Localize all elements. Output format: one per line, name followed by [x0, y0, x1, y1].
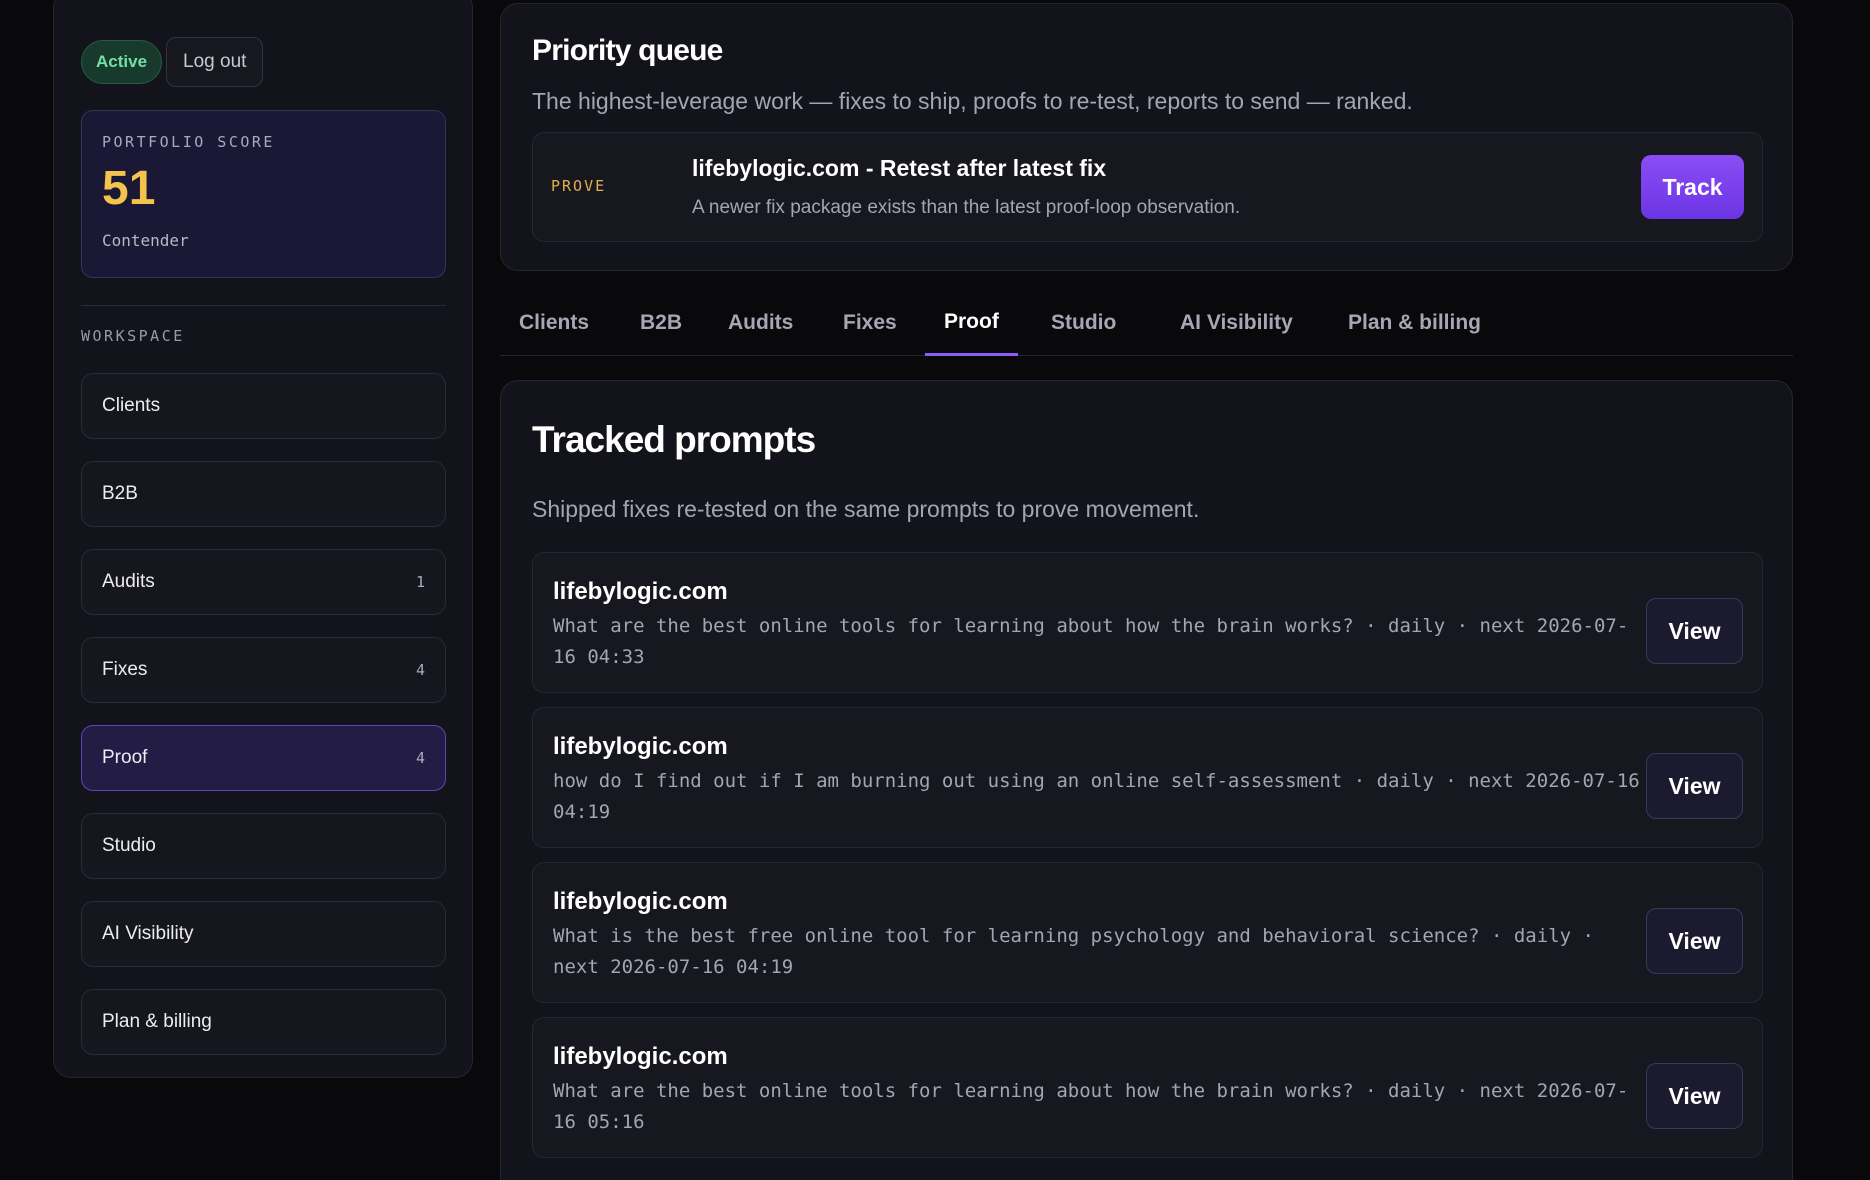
prompt-detail: how do I find out if I am burning out us… — [553, 770, 1640, 823]
view-button[interactable]: View — [1646, 908, 1743, 974]
tab-clients[interactable]: Clients — [500, 290, 608, 356]
sidebar-item-label: Plan & billing — [102, 1011, 212, 1032]
tracked-prompts-subtitle: Shipped fixes re-tested on the same prom… — [532, 496, 1200, 522]
tab-audits[interactable]: Audits — [709, 290, 812, 356]
sidebar-item-count: 4 — [415, 749, 425, 767]
sidebar: Active Log out PORTFOLIO SCORE 51 Conten… — [53, 0, 473, 1078]
tracked-prompt-card: lifebylogic.com What are the best online… — [532, 1017, 1763, 1158]
prompt-domain: lifebylogic.com — [553, 733, 728, 760]
sidebar-item-clients[interactable]: Clients — [81, 373, 446, 439]
sidebar-item-label: Studio — [102, 835, 156, 856]
sidebar-item-label: Audits — [102, 571, 155, 592]
score-label: PORTFOLIO SCORE — [102, 133, 275, 151]
status-badge: Active — [81, 40, 163, 84]
sidebar-item-label: Proof — [102, 747, 148, 768]
sidebar-item-ai-visibility[interactable]: AI Visibility — [81, 901, 446, 967]
prove-tag: PROVE — [551, 177, 607, 195]
portfolio-score-card: PORTFOLIO SCORE 51 Contender — [81, 110, 446, 278]
priority-queue-item: PROVE lifebylogic.com - Retest after lat… — [532, 132, 1763, 242]
sidebar-item-fixes[interactable]: Fixes 4 — [81, 637, 446, 703]
sidebar-divider — [81, 305, 446, 306]
sidebar-item-count: 1 — [415, 573, 425, 591]
sidebar-item-plan-billing[interactable]: Plan & billing — [81, 989, 446, 1055]
view-button[interactable]: View — [1646, 753, 1743, 819]
sidebar-item-proof[interactable]: Proof 4 — [81, 725, 446, 791]
prompt-domain: lifebylogic.com — [553, 1043, 728, 1070]
sidebar-item-audits[interactable]: Audits 1 — [81, 549, 446, 615]
prompt-detail: What are the best online tools for learn… — [553, 1080, 1629, 1133]
tracked-prompt-card: lifebylogic.com how do I find out if I a… — [532, 707, 1763, 848]
sidebar-item-label: AI Visibility — [102, 923, 194, 944]
sidebar-item-b2b[interactable]: B2B — [81, 461, 446, 527]
tracked-prompts-panel: Tracked prompts Shipped fixes re-tested … — [500, 380, 1793, 1180]
priority-queue-title: Priority queue — [532, 34, 723, 67]
priority-item-heading: lifebylogic.com - Retest after latest fi… — [692, 155, 1107, 181]
score-value: 51 — [102, 162, 156, 215]
logout-button[interactable]: Log out — [166, 37, 264, 87]
prompt-detail: What is the best free online tool for le… — [553, 925, 1594, 978]
prompt-detail: What are the best online tools for learn… — [553, 615, 1629, 668]
tracked-prompt-card: lifebylogic.com What are the best online… — [532, 552, 1763, 693]
workspace-nav: Clients B2B Audits 1 Fixes 4 Proof 4 Stu… — [81, 373, 446, 1077]
sidebar-item-label: Clients — [102, 395, 161, 416]
tab-plan-billing[interactable]: Plan & billing — [1329, 290, 1500, 356]
prompt-domain: lifebylogic.com — [553, 888, 728, 915]
tracked-prompts-title: Tracked prompts — [532, 419, 816, 460]
track-button[interactable]: Track — [1641, 155, 1744, 219]
tab-ai-visibility[interactable]: AI Visibility — [1161, 290, 1312, 356]
sidebar-item-studio[interactable]: Studio — [81, 813, 446, 879]
workspace-label: WORKSPACE — [81, 327, 185, 345]
tracked-prompt-card: lifebylogic.com What is the best free on… — [532, 862, 1763, 1003]
score-tier: Contender — [102, 231, 189, 250]
tab-fixes[interactable]: Fixes — [824, 290, 916, 356]
sidebar-item-count: 4 — [415, 661, 425, 679]
priority-item-description: A newer fix package exists than the late… — [692, 197, 1241, 218]
tab-studio[interactable]: Studio — [1032, 290, 1135, 356]
sidebar-item-label: B2B — [102, 483, 138, 504]
view-button[interactable]: View — [1646, 1063, 1743, 1129]
tab-b2b[interactable]: B2B — [621, 290, 701, 356]
priority-queue-subtitle: The highest-leverage work — fixes to shi… — [532, 88, 1413, 114]
sidebar-item-label: Fixes — [102, 659, 148, 680]
priority-queue-panel: Priority queue The highest-leverage work… — [500, 3, 1793, 271]
prompt-domain: lifebylogic.com — [553, 578, 728, 605]
account-status-row: Active Log out — [81, 37, 264, 87]
view-button[interactable]: View — [1646, 598, 1743, 664]
section-tabs: Clients B2B Audits Fixes Proof Studio AI… — [500, 290, 1793, 356]
tab-proof[interactable]: Proof — [925, 290, 1018, 356]
